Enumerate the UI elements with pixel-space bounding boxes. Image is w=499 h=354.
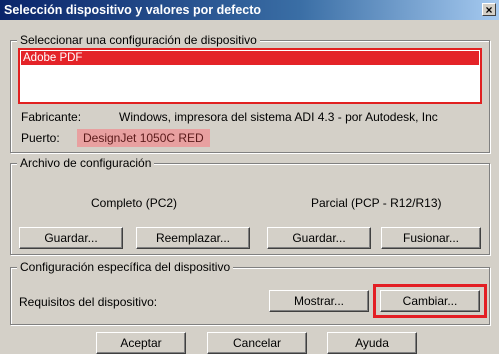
config-file-group: Archivo de configuración Completo (PC2) … xyxy=(10,156,490,255)
cancel-button-label: Cancelar xyxy=(232,336,282,350)
port-value: DesignJet 1050C RED xyxy=(77,129,210,147)
port-label: Puerto: xyxy=(21,131,60,145)
change-button[interactable]: Cambiar... xyxy=(380,290,480,312)
config-file-legend: Archivo de configuración xyxy=(17,156,155,170)
save-complete-button-label: Guardar... xyxy=(44,231,98,245)
device-specific-group: Configuración específica del dispositivo… xyxy=(10,260,490,325)
help-button[interactable]: Ayuda xyxy=(327,332,417,354)
device-selection-group: Seleccionar una configuración de disposi… xyxy=(10,33,490,153)
ok-button-label: Aceptar xyxy=(120,336,162,350)
list-item-adobe-pdf[interactable]: Adobe PDF xyxy=(21,51,479,65)
help-button-label: Ayuda xyxy=(355,336,389,350)
close-icon: × xyxy=(485,3,493,17)
change-button-label: Cambiar... xyxy=(402,294,458,308)
device-selection-legend: Seleccionar una configuración de disposi… xyxy=(17,33,260,47)
replace-button-label: Reemplazar... xyxy=(155,231,231,245)
cancel-button[interactable]: Cancelar xyxy=(207,332,307,354)
show-button-label: Mostrar... xyxy=(293,294,344,308)
merge-button-label: Fusionar... xyxy=(402,231,460,245)
window-title: Selección dispositivo y valores por defe… xyxy=(4,3,262,17)
manufacturer-value: Windows, impresora del sistema ADI 4.3 -… xyxy=(119,110,438,124)
title-bar[interactable]: Selección dispositivo y valores por defe… xyxy=(0,0,499,20)
device-requirements-label: Requisitos del dispositivo: xyxy=(19,295,158,309)
save-partial-button-label: Guardar... xyxy=(292,231,346,245)
device-defaults-dialog: Selección dispositivo y valores por defe… xyxy=(0,0,499,354)
complete-pc2-label: Completo (PC2) xyxy=(91,196,178,210)
replace-button[interactable]: Reemplazar... xyxy=(136,227,250,249)
partial-pcp-label: Parcial (PCP - R12/R13) xyxy=(311,196,442,210)
merge-button[interactable]: Fusionar... xyxy=(381,227,481,249)
manufacturer-label: Fabricante: xyxy=(21,110,82,124)
ok-button[interactable]: Aceptar xyxy=(96,332,186,354)
save-complete-button[interactable]: Guardar... xyxy=(19,227,123,249)
show-button[interactable]: Mostrar... xyxy=(269,290,369,312)
close-button[interactable]: × xyxy=(482,3,496,16)
save-partial-button[interactable]: Guardar... xyxy=(267,227,371,249)
device-specific-legend: Configuración específica del dispositivo xyxy=(17,260,234,274)
device-listbox[interactable]: Adobe PDF xyxy=(18,48,482,104)
